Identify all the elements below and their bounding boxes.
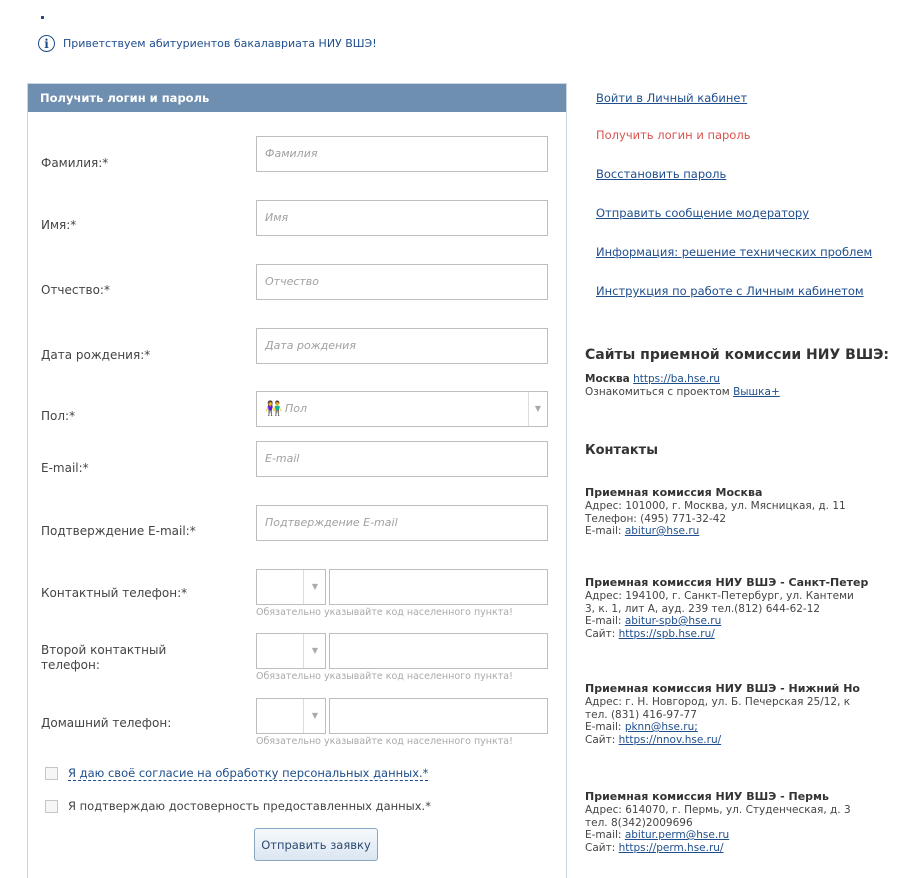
contacts-heading: Контакты	[585, 443, 658, 458]
nnov-phone: тел. (831) 416-97-77	[585, 708, 697, 721]
nav-login-link[interactable]: Войти в Личный кабинет	[596, 91, 747, 105]
moscow-title: Приемная комиссия Москва	[585, 486, 763, 499]
nnov-email-label: E-mail:	[585, 721, 622, 733]
contact-nnov: Приемная комиссия НИУ ВШЭ - Нижний Но Ад…	[585, 682, 905, 746]
spb-email-link[interactable]: abitur-spb@hse.ru	[625, 615, 721, 627]
registration-form: Получить логин и пароль Фамилия:* Фамили…	[27, 83, 567, 878]
perm-site-link[interactable]: https://perm.hse.ru/	[619, 842, 724, 854]
patronymic-input[interactable]: Отчество	[256, 264, 548, 300]
welcome-text: Приветствуем абитуриентов бакалавриата Н…	[63, 37, 377, 50]
perm-site-label: Сайт:	[585, 841, 616, 854]
moscow-email-link[interactable]: abitur@hse.ru	[625, 525, 700, 537]
phone-hint: Обязательно указывайте код населенного п…	[256, 607, 513, 618]
chevron-down-icon[interactable]: ▼	[304, 634, 326, 668]
moscow-label: Москва	[585, 373, 630, 385]
contact-perm: Приемная комиссия НИУ ВШЭ - Пермь Адрес:…	[585, 790, 905, 854]
form-title: Получить логин и пароль	[28, 84, 566, 112]
welcome-message: i Приветствуем абитуриентов бакалавриата…	[38, 35, 377, 52]
spb-site-link[interactable]: https://spb.hse.ru/	[619, 628, 715, 640]
consent-checkbox[interactable]	[45, 767, 58, 780]
home-phone-input[interactable]	[329, 698, 548, 734]
top-dot	[41, 16, 44, 19]
nav-tech-link[interactable]: Информация: решение технических проблем	[596, 245, 872, 259]
submit-button[interactable]: Отправить заявку	[254, 828, 378, 861]
phone-input[interactable]	[329, 569, 548, 605]
chevron-down-icon[interactable]: ▼	[304, 570, 326, 604]
spb-address2: 3, к. 1, лит А, ауд. 239 тел.(812) 644-6…	[585, 602, 821, 615]
phone-code-select[interactable]: ▼	[256, 569, 326, 605]
gender-label: Пол:*	[41, 409, 76, 423]
spb-email-label: E-mail:	[585, 615, 622, 627]
lastname-label: Фамилия:*	[41, 156, 109, 170]
moscow-phone: Телефон: (495) 771-32-42	[585, 512, 727, 525]
patronymic-label: Отчество:*	[41, 283, 110, 297]
moscow-address: Адрес: 101000, г. Москва, ул. Мясницкая,…	[585, 500, 846, 512]
spb-title: Приемная комиссия НИУ ВШЭ - Санкт-Петер	[585, 576, 869, 589]
gender-placeholder: Пол	[285, 402, 308, 415]
people-icon: 👫	[265, 401, 283, 417]
phone2-input[interactable]	[329, 633, 548, 669]
home-phone-hint: Обязательно указывайте код населенного п…	[256, 736, 513, 747]
nav-manual-link[interactable]: Инструкция по работе с Личным кабинетом	[596, 284, 864, 298]
perm-email-label: E-mail:	[585, 829, 622, 841]
chevron-down-icon[interactable]: ▼	[528, 392, 547, 426]
chevron-down-icon[interactable]: ▼	[304, 699, 326, 733]
nnov-email-link[interactable]: pknn@hse.ru;	[625, 721, 698, 733]
sites-section: Сайты приемной комиссии НИУ ВШЭ: Москва …	[585, 347, 905, 398]
project-link[interactable]: Вышка+	[733, 386, 780, 398]
phone-label: Контактный телефон:*	[41, 586, 188, 600]
moscow-site-link[interactable]: https://ba.hse.ru	[633, 373, 720, 385]
email-label: E-mail:*	[41, 461, 89, 475]
firstname-label: Имя:*	[41, 218, 77, 232]
contact-moscow: Приемная комиссия Москва Адрес: 101000, …	[585, 486, 905, 538]
nav-restore-link[interactable]: Восстановить пароль	[596, 167, 726, 181]
nav-message-link[interactable]: Отправить сообщение модератору	[596, 206, 809, 220]
nav-get-credentials-link[interactable]: Получить логин и пароль	[596, 128, 750, 142]
spb-site-label: Сайт:	[585, 627, 616, 640]
home-phone-label: Домашний телефон:	[41, 716, 172, 730]
sites-heading: Сайты приемной комиссии НИУ ВШЭ:	[585, 347, 890, 363]
perm-email-link[interactable]: abitur.perm@hse.ru	[625, 829, 729, 841]
consent-link[interactable]: Я даю своё согласие на обработку персона…	[68, 766, 429, 781]
perm-title: Приемная комиссия НИУ ВШЭ - Пермь	[585, 790, 829, 803]
confirm-label: Я подтверждаю достоверность предоставлен…	[68, 799, 431, 813]
perm-phone: тел. 8(342)2009696	[585, 816, 693, 829]
lastname-input[interactable]: Фамилия	[256, 136, 548, 172]
contact-spb: Приемная комиссия НИУ ВШЭ - Санкт-Петер …	[585, 576, 905, 640]
moscow-email-label: E-mail:	[585, 525, 622, 537]
phone2-code-select[interactable]: ▼	[256, 633, 326, 669]
firstname-input[interactable]: Имя	[256, 200, 548, 236]
phone2-label: Второй контактный телефон:	[41, 643, 167, 672]
birthdate-label: Дата рождения:*	[41, 348, 151, 362]
project-text: Ознакомиться с проектом	[585, 385, 730, 398]
confirm-checkbox[interactable]	[45, 799, 58, 813]
phone2-hint: Обязательно указывайте код населенного п…	[256, 671, 513, 682]
nnov-title: Приемная комиссия НИУ ВШЭ - Нижний Но	[585, 682, 860, 695]
perm-address: Адрес: 614070, г. Пермь, ул. Студенческа…	[585, 804, 851, 816]
home-phone-code-select[interactable]: ▼	[256, 698, 326, 734]
nnov-site-label: Сайт:	[585, 733, 616, 746]
confirm-row: Я подтверждаю достоверность предоставлен…	[45, 799, 431, 813]
info-icon: i	[38, 35, 55, 52]
contacts-heading-wrap: Контакты	[585, 443, 905, 458]
consent-row: Я даю своё согласие на обработку персона…	[45, 766, 429, 781]
spb-address: Адрес: 194100, г. Санкт-Петербург, ул. К…	[585, 590, 854, 602]
birthdate-input[interactable]: Дата рождения	[256, 328, 548, 364]
nnov-address: Адрес: г. Н. Новгород, ул. Б. Печерская …	[585, 696, 851, 708]
email-confirm-input[interactable]: Подтверждение E-mail	[256, 505, 548, 541]
gender-select[interactable]: 👫 Пол ▼	[256, 391, 548, 427]
email-confirm-label: Подтверждение E-mail:*	[41, 524, 196, 538]
nnov-site-link[interactable]: https://nnov.hse.ru/	[619, 734, 722, 746]
email-input[interactable]: E-mail	[256, 441, 548, 477]
